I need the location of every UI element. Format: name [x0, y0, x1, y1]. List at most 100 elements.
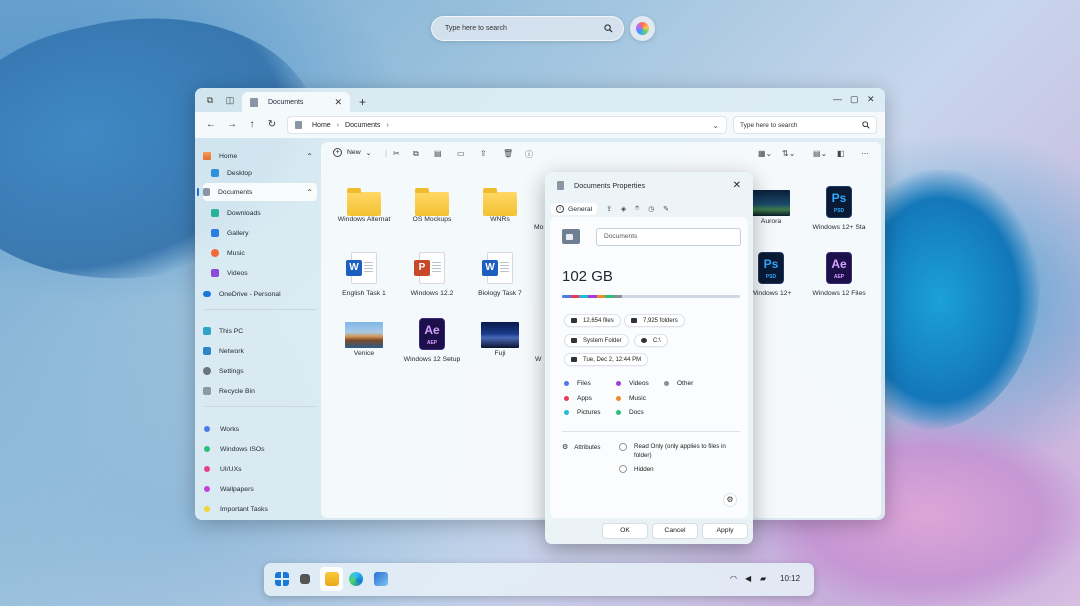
file-item[interactable]: W Biology Task 7: [466, 252, 534, 297]
sidebar-item-desktop[interactable]: Desktop: [203, 164, 317, 182]
more-options-icon[interactable]: ⋯: [861, 149, 869, 158]
sidebar-tag-works[interactable]: Works: [203, 420, 317, 438]
file-item[interactable]: P Windows 12.2: [398, 252, 466, 297]
legend-label: Docs: [629, 409, 644, 416]
sidebar-tag-important-tasks[interactable]: Important Tasks: [203, 500, 317, 518]
chevron-up-icon[interactable]: ⌃: [306, 188, 313, 197]
tab-customize[interactable]: ✎: [663, 205, 669, 213]
sidebar-item-documents[interactable]: Documents ⌃: [197, 183, 317, 201]
pencil-icon: [571, 357, 577, 362]
ok-button[interactable]: OK: [602, 523, 648, 539]
chevron-up-icon[interactable]: ⌃: [306, 152, 313, 161]
word-file-icon: W: [346, 252, 377, 284]
desktop-search-box[interactable]: Type here to search: [431, 16, 624, 41]
file-item[interactable]: Venice: [330, 318, 398, 357]
breadcrumb-documents[interactable]: Documents: [345, 122, 380, 129]
documents-icon: [295, 121, 302, 129]
wifi-icon[interactable]: ◠: [730, 574, 737, 583]
sidebar-item-this-pc[interactable]: This PC: [203, 322, 317, 340]
sidebar-item-gallery[interactable]: Gallery: [203, 224, 317, 242]
file-explorer-icon[interactable]: [325, 572, 339, 586]
start-menu-icon[interactable]: [275, 572, 289, 586]
up-icon[interactable]: ↑: [246, 119, 258, 130]
refresh-icon[interactable]: ↻: [266, 119, 278, 130]
forward-icon[interactable]: →: [226, 119, 238, 130]
file-item[interactable]: Ps PSD Windows 12+ Sta: [805, 186, 873, 231]
rename-icon[interactable]: ▭: [457, 149, 465, 158]
address-bar[interactable]: Home › Documents › ⌄: [287, 116, 727, 134]
group-icon[interactable]: ▤⌄: [813, 149, 827, 158]
clock[interactable]: 10:12: [780, 574, 800, 583]
tab-location[interactable]: ⌾: [635, 205, 639, 213]
sidebar-item-downloads[interactable]: Downloads: [203, 204, 317, 222]
folder-name-field[interactable]: Documents: [596, 228, 741, 246]
sidebar-toggle-icon[interactable]: ◫: [225, 95, 235, 105]
chevron-down-icon[interactable]: ⌄: [712, 121, 719, 130]
tab-previous-versions[interactable]: ◷: [648, 205, 654, 213]
sidebar-item-settings[interactable]: Settings: [203, 362, 317, 380]
cancel-button[interactable]: Cancel: [652, 523, 698, 539]
delete-icon[interactable]: 🗑: [503, 149, 513, 158]
tab-sharing[interactable]: ⇪: [606, 205, 612, 213]
sidebar-tag-wallpapers[interactable]: Wallpapers: [203, 480, 317, 498]
dialog-title-text: Documents Properties: [574, 181, 646, 190]
folder-item[interactable]: OS Mockups: [398, 186, 466, 223]
file-item[interactable]: Ae AEP Windows 12 Setup: [398, 318, 466, 363]
sidebar-item-recycle-bin[interactable]: Recycle Bin: [203, 382, 317, 400]
info-icon[interactable]: ⓘ: [525, 149, 533, 160]
apply-button[interactable]: Apply: [702, 523, 748, 539]
documents-icon: [203, 188, 210, 196]
file-item[interactable]: Ae AEP Windows 12 Files: [805, 252, 873, 297]
sidebar-item-music[interactable]: Music: [203, 244, 317, 262]
paste-icon[interactable]: ▤: [434, 149, 442, 158]
folder-search-input[interactable]: Type here to search: [733, 116, 877, 134]
minimize-icon[interactable]: —: [833, 94, 842, 104]
copy-icon[interactable]: ⧉: [413, 149, 419, 159]
new-tab-icon[interactable]: +: [359, 95, 366, 109]
close-icon[interactable]: ✕: [733, 180, 741, 191]
volume-icon[interactable]: ◀: [745, 574, 751, 583]
folder-item[interactable]: Mo: [516, 186, 546, 231]
tab-security[interactable]: ◈: [621, 205, 626, 213]
edge-browser-icon[interactable]: [349, 572, 363, 586]
file-item[interactable]: W English Task 1: [330, 252, 398, 297]
tab-documents[interactable]: Documents ✕: [242, 92, 350, 113]
sidebar-tag-windows-isos[interactable]: Windows ISOs: [203, 440, 317, 458]
document-lines: [500, 262, 509, 274]
file-name: Mo: [534, 224, 544, 231]
gallery-icon: [211, 229, 219, 237]
task-view-icon[interactable]: ⧉: [205, 95, 215, 105]
cut-icon[interactable]: ✂: [393, 149, 400, 158]
store-icon[interactable]: [374, 572, 388, 586]
title-bar: ⧉ ◫ Documents ✕ + — ▢ ✕: [195, 88, 885, 113]
sidebar-item-videos[interactable]: Videos: [203, 264, 317, 282]
sidebar-item-onedrive[interactable]: OneDrive - Personal: [203, 285, 317, 303]
file-item[interactable]: W: [516, 318, 546, 363]
details-pane-icon[interactable]: ◧: [837, 149, 845, 158]
sidebar-item-home[interactable]: Home ⌃: [203, 147, 317, 165]
tab-label: Documents: [268, 99, 304, 106]
read-only-checkbox[interactable]: [619, 443, 627, 451]
advanced-settings-button[interactable]: ⚙: [723, 493, 737, 507]
sidebar-tag-ui-uxs[interactable]: UI/UXs: [203, 460, 317, 478]
share-icon[interactable]: ⇪: [480, 149, 487, 158]
tab-general[interactable]: i General: [551, 203, 598, 215]
documents-icon: [250, 98, 258, 107]
sidebar-item-network[interactable]: Network: [203, 342, 317, 360]
hidden-checkbox[interactable]: [619, 465, 627, 473]
maximize-icon[interactable]: ▢: [850, 94, 859, 105]
close-window-icon[interactable]: ✕: [867, 94, 875, 105]
sort-icon[interactable]: ⇅⌄: [782, 149, 795, 158]
view-icon[interactable]: ▦⌄: [758, 149, 772, 158]
copilot-button[interactable]: [630, 16, 655, 41]
battery-icon[interactable]: ▰: [760, 574, 766, 583]
folders-count-chip: 7,925 folders: [624, 314, 685, 327]
back-icon[interactable]: ←: [205, 119, 217, 130]
close-tab-icon[interactable]: ✕: [334, 97, 342, 108]
breadcrumb-home[interactable]: Home: [312, 122, 331, 129]
folder-icon: [347, 188, 381, 216]
file-name: Windows 12 Files: [812, 290, 866, 297]
new-button[interactable]: + New ⌄: [333, 148, 371, 157]
folder-item[interactable]: Windows Alternat: [330, 186, 398, 223]
task-view-icon[interactable]: [300, 574, 310, 584]
